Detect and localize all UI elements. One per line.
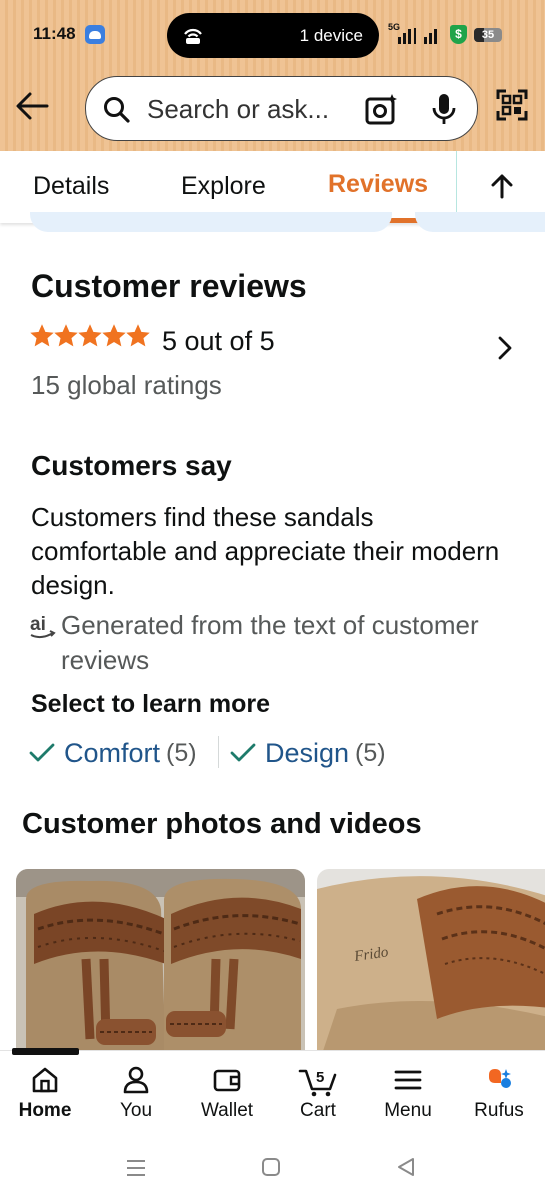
- svg-text:ai: ai: [30, 614, 46, 635]
- nav-wallet[interactable]: Wallet: [187, 1065, 267, 1122]
- back-arrow-icon[interactable]: [15, 91, 51, 121]
- ai-generated-note: Generated from the text of customer revi…: [61, 610, 479, 675]
- customer-photo[interactable]: [16, 869, 305, 1069]
- battery-icon: 35: [474, 28, 502, 42]
- rating-text[interactable]: 5 out of 5: [162, 326, 275, 357]
- nav-you-label: You: [119, 1100, 153, 1121]
- signal-bar: [429, 33, 432, 44]
- star-rating[interactable]: [30, 324, 150, 348]
- customer-reviews-heading: Customer reviews: [31, 268, 307, 304]
- chip-design-label: Design: [265, 737, 350, 768]
- battery-level: 35: [481, 29, 495, 41]
- customers-say-heading: Customers say: [31, 450, 232, 481]
- qr-scan-icon[interactable]: [496, 89, 528, 121]
- nav-cart[interactable]: 5 Cart: [278, 1065, 358, 1122]
- card-edge: [30, 212, 392, 232]
- learn-more-heading: Select to learn more: [31, 690, 270, 718]
- chip-comfort[interactable]: Comfort (5): [29, 736, 197, 770]
- chip-design-count: (5): [355, 738, 386, 767]
- checkmark-icon: [29, 743, 55, 762]
- tab-explore-label: Explore: [181, 172, 266, 200]
- hotspot-icon: [184, 28, 202, 44]
- customer-photo[interactable]: Frido: [317, 869, 545, 1069]
- global-ratings-count: 15 global ratings: [31, 370, 222, 400]
- hotspot-text: 1 device: [299, 26, 363, 45]
- chip-comfort-label: Comfort: [64, 737, 161, 768]
- search-bar[interactable]: [85, 76, 478, 141]
- chevron-right-icon[interactable]: [497, 336, 513, 360]
- nav-menu[interactable]: Menu: [368, 1065, 448, 1122]
- cart-count: 5: [316, 1069, 324, 1086]
- star-icon: [126, 324, 150, 347]
- nav-rufus-label: Rufus: [474, 1100, 524, 1121]
- customer-photos-heading: Customer photos and videos: [22, 808, 422, 840]
- bottom-navigation: Home You Wallet 5 Cart Menu Rufus: [0, 1048, 545, 1136]
- camera-lens-icon[interactable]: [364, 92, 400, 128]
- tab-details-label: Details: [33, 172, 110, 200]
- top-header: 11:48 1 device 5G $ 35: [0, 0, 545, 151]
- rufus-icon: [489, 1069, 511, 1088]
- nav-menu-label: Menu: [384, 1100, 432, 1121]
- checkmark-icon: [230, 743, 256, 762]
- nav-you[interactable]: You: [96, 1065, 176, 1122]
- signal-bar: [424, 37, 427, 44]
- hotspot-pill[interactable]: 1 device: [167, 13, 379, 58]
- network-type: 5G: [388, 22, 401, 32]
- chip-comfort-count: (5): [166, 738, 197, 767]
- system-home-icon[interactable]: [261, 1157, 281, 1177]
- signal-bar: [398, 37, 401, 44]
- system-navigation: [0, 1136, 545, 1200]
- search-icon: [104, 97, 130, 123]
- status-time: 11:48: [33, 24, 76, 43]
- shield-dollar-icon: $: [450, 25, 467, 44]
- star-icon: [54, 324, 78, 347]
- home-icon: [32, 1067, 58, 1093]
- star-icon: [78, 324, 102, 347]
- cart-icon: 5: [298, 1069, 337, 1097]
- nav-home[interactable]: Home: [5, 1065, 85, 1122]
- star-icon: [102, 324, 126, 347]
- user-icon: [123, 1066, 149, 1094]
- signal-bar: [414, 28, 416, 44]
- active-nav-indicator: [12, 1048, 79, 1055]
- system-back-icon[interactable]: [396, 1157, 416, 1177]
- status-indicators: 5G $ 35: [388, 22, 508, 46]
- chip-divider: [218, 736, 219, 768]
- signal-bar: [434, 29, 437, 44]
- sandal-photo: Frido: [317, 869, 545, 1069]
- nav-cart-label: Cart: [300, 1100, 336, 1121]
- signal-bar: [408, 29, 411, 44]
- wallet-icon: [213, 1069, 241, 1092]
- nav-home-label: Home: [18, 1100, 72, 1121]
- star-icon: [30, 324, 54, 347]
- nav-wallet-label: Wallet: [200, 1100, 254, 1121]
- tab-reviews-label: Reviews: [328, 170, 429, 198]
- search-input[interactable]: [147, 92, 347, 126]
- card-edge: [415, 212, 545, 232]
- cloud-app-icon: [85, 25, 105, 44]
- nav-rufus[interactable]: Rufus: [459, 1065, 539, 1122]
- microphone-icon[interactable]: [431, 92, 457, 128]
- signal-bar: [403, 33, 406, 44]
- hamburger-menu-icon: [394, 1070, 422, 1090]
- customers-say-summary: Customers find these sandals comfortable…: [31, 502, 500, 600]
- sandals-photo: [16, 869, 305, 1069]
- chip-design[interactable]: Design (5): [230, 736, 386, 770]
- arrow-up-icon: [491, 174, 513, 199]
- recent-apps-icon[interactable]: [126, 1158, 146, 1178]
- ai-generated-icon: ai: [30, 614, 56, 639]
